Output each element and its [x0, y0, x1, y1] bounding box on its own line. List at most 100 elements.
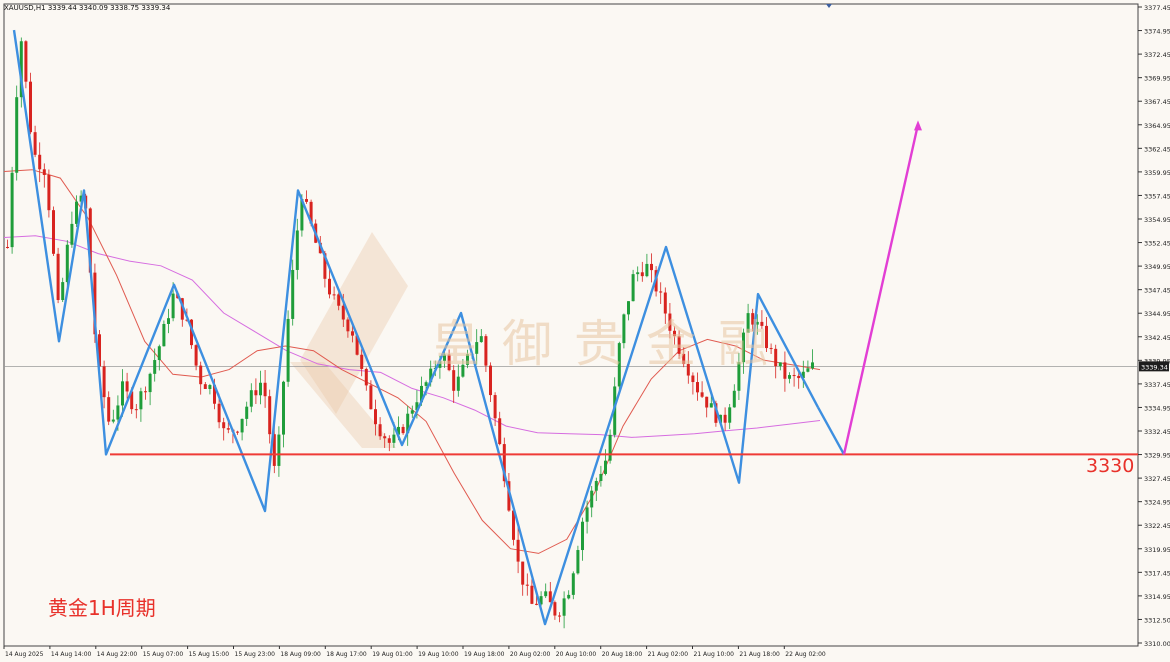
time-tick-label: 22 Aug 02:00	[785, 651, 826, 658]
price-tick-label: 3344.95	[1144, 310, 1170, 318]
current-price-label: 3339.34	[1141, 363, 1168, 371]
candle-body	[167, 318, 170, 324]
price-tick-label: 3324.95	[1144, 499, 1170, 507]
price-tick-label: 3322.45	[1144, 522, 1170, 530]
candle-body	[222, 422, 226, 429]
candle-body	[328, 278, 331, 295]
time-tick-label: 19 Aug 01:00	[372, 651, 413, 658]
candle-body	[700, 392, 704, 397]
candle-body	[291, 269, 295, 319]
price-tick-label: 3332.45	[1144, 428, 1170, 436]
time-tick-label: 19 Aug 18:00	[464, 651, 505, 658]
candle-body	[608, 434, 612, 461]
candle-body	[558, 615, 561, 617]
candle-body	[604, 460, 607, 474]
candle-body	[148, 373, 152, 393]
price-tick-label: 3337.45	[1144, 381, 1170, 389]
time-tick-label: 20 Aug 18:00	[602, 651, 643, 658]
candle-body	[56, 253, 60, 300]
chart-root: 3377.45 3374.95 3372.45 3369.95 3367.45 3364.…	[0, 0, 1170, 662]
candle-body	[194, 345, 198, 366]
candle-body	[259, 382, 262, 396]
candle-body	[553, 602, 557, 616]
candle-body	[728, 407, 732, 423]
candle-body	[254, 390, 258, 396]
candle-body	[134, 409, 138, 411]
candle-body	[525, 584, 529, 586]
price-tick-label: 3312.50	[1144, 616, 1170, 624]
price-tick-label: 3317.45	[1144, 569, 1170, 577]
candle-body	[599, 473, 603, 481]
candle-body	[341, 305, 345, 320]
chart-period-label: 黄金1H周期	[48, 596, 156, 620]
projection-down	[816, 406, 846, 455]
candle-body	[631, 274, 635, 302]
candle-body	[263, 382, 267, 397]
candle-body	[351, 331, 354, 336]
price-tick-label: 3349.95	[1144, 263, 1170, 271]
candle-body	[29, 81, 32, 133]
projection-arrowhead	[914, 120, 922, 131]
price-tick-label: 3347.45	[1144, 287, 1170, 295]
price-tick-label: 3369.95	[1144, 75, 1170, 83]
price-tick-label: 3362.45	[1144, 145, 1170, 153]
candle-body	[245, 406, 249, 419]
candle-body	[282, 381, 285, 435]
candle-body	[139, 391, 143, 410]
candle-body	[346, 319, 350, 332]
price-tick-label: 3342.45	[1144, 334, 1170, 342]
price-tick-label: 3329.95	[1144, 452, 1170, 460]
candle-body	[498, 418, 502, 445]
time-tick-label: 20 Aug 10:00	[556, 651, 597, 658]
candle-body	[111, 419, 115, 422]
time-tick-label: 18 Aug 09:00	[280, 651, 321, 658]
candle-body	[364, 368, 368, 386]
price-tick-label: 3377.45	[1144, 4, 1170, 12]
candle-body	[157, 346, 161, 361]
time-tick-label: 21 Aug 10:00	[694, 651, 735, 658]
candle-body	[171, 293, 175, 319]
candle-body	[636, 272, 640, 275]
projection-up	[842, 124, 920, 455]
candle-body	[286, 318, 290, 382]
candle-body	[217, 403, 221, 423]
candle-body	[640, 272, 644, 277]
candle-body	[10, 172, 14, 248]
period-separator-marker	[826, 4, 832, 8]
candle-body	[392, 434, 396, 443]
candle-body	[645, 263, 649, 277]
candle-body	[585, 507, 589, 522]
candle-body	[723, 414, 727, 423]
time-tick-label: 20 Aug 02:00	[510, 651, 551, 658]
candle-body	[144, 391, 147, 393]
time-tick-label: 18 Aug 17:00	[326, 651, 367, 658]
candle-body	[383, 436, 387, 439]
candle-body	[33, 132, 37, 155]
candle-body	[125, 381, 129, 392]
support-level-label: 3330	[1086, 455, 1135, 477]
candle-body	[6, 246, 9, 248]
candle-body	[493, 395, 497, 419]
candle-body	[811, 362, 814, 369]
candle-body	[162, 323, 166, 347]
candle-body	[295, 230, 299, 270]
candle-body	[732, 390, 736, 408]
candle-body	[806, 368, 810, 372]
candle-body	[705, 396, 709, 408]
candle-body	[792, 375, 796, 377]
candle-body	[208, 385, 212, 389]
candle-body	[516, 539, 520, 562]
candle-body	[650, 263, 653, 271]
candle-body	[456, 376, 460, 391]
time-tick-label: 21 Aug 02:00	[648, 651, 689, 658]
candle-body	[61, 282, 65, 300]
price-tick-label: 3310.00	[1144, 640, 1170, 648]
symbol-header: XAUUSD,H1 3339.44 3340.09 3338.75 3339.3…	[4, 4, 171, 12]
candle-body	[424, 382, 428, 386]
candle-body	[696, 382, 699, 393]
candle-body	[594, 480, 598, 491]
candle-body	[374, 409, 377, 425]
candle-body	[305, 199, 308, 202]
candle-body	[571, 573, 575, 595]
candle-body	[332, 294, 336, 296]
